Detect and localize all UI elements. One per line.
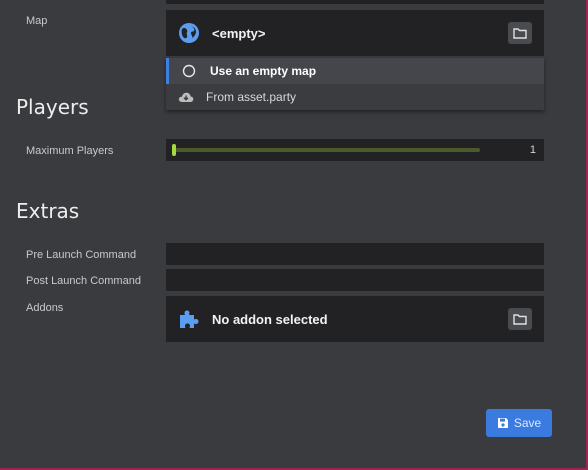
slider-track[interactable] [172,144,480,156]
max-players-slider[interactable]: 1 [166,139,544,161]
folder-icon [513,27,527,39]
puzzle-piece-icon [178,308,200,330]
pre-launch-label: Pre Launch Command [26,249,137,261]
globe-icon [178,22,200,44]
addon-browse-button[interactable] [508,308,532,330]
cloud-download-icon [178,91,194,103]
addons-label: Addons [26,302,64,314]
max-players-label: Maximum Players [26,145,114,157]
folder-icon [513,313,527,325]
players-heading: Players [16,95,89,119]
slider-thumb[interactable] [172,144,176,156]
save-button[interactable]: Save [486,409,552,437]
max-players-value: 1 [529,144,536,156]
addon-picker[interactable]: No addon selected [166,296,544,342]
map-source-dropdown: Use an empty map From asset.party [166,58,544,110]
map-browse-button[interactable] [508,22,532,44]
map-option-asset-party-label: From asset.party [206,90,297,104]
addon-value: No addon selected [212,311,328,327]
map-value: <empty> [212,25,266,41]
post-launch-label: Post Launch Command [26,275,141,287]
floppy-disk-icon [497,417,509,429]
map-option-empty[interactable]: Use an empty map [166,58,544,84]
pre-launch-input[interactable] [166,243,544,265]
map-picker[interactable]: <empty> [166,10,544,56]
map-option-empty-label: Use an empty map [210,64,317,78]
map-label: Map [26,15,48,27]
post-launch-input[interactable] [166,269,544,291]
settings-panel: Map <empty> Use an empty map From asset.… [0,0,588,470]
map-option-asset-party[interactable]: From asset.party [166,84,544,110]
extras-heading: Extras [16,199,80,223]
previous-field-edge [166,0,544,4]
save-label: Save [513,416,542,430]
radio-empty-icon [182,64,196,78]
